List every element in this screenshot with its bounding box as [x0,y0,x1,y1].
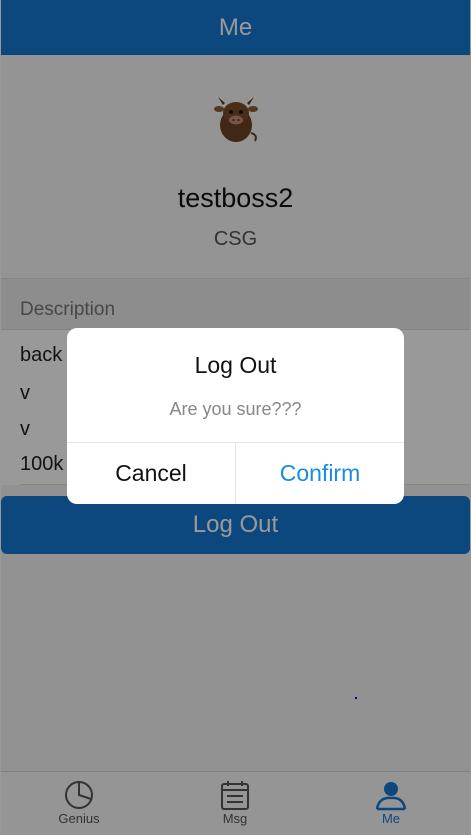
dialog-message: Are you sure??? [169,399,302,419]
dialog-title: Log Out [194,352,277,378]
logout-confirm-dialog: Log Out Are you sure??? Cancel Confirm [67,328,404,504]
cancel-button[interactable]: Cancel [67,443,235,504]
confirm-button[interactable]: Confirm [236,443,404,504]
